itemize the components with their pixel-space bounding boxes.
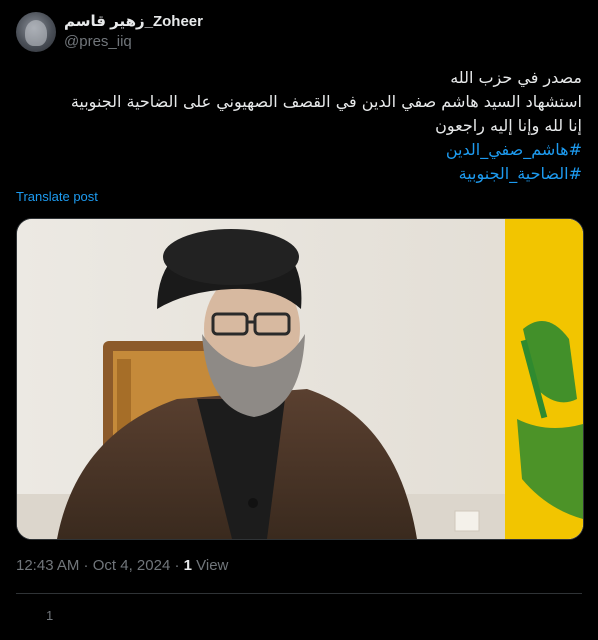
meta-separator: ·	[79, 557, 93, 574]
tweet-line: مصدر في حزب الله	[450, 68, 582, 87]
tweet-metadata: 12:43 AM · Oct 4, 2024 · 1 View	[16, 556, 228, 576]
photo-image	[17, 219, 583, 539]
reply-count[interactable]: 1	[46, 606, 53, 626]
tweet-line: استشهاد السيد هاشم صفي الدين في القصف ال…	[70, 92, 582, 111]
hashtag-link[interactable]: #الضاحية_الجنوبية	[16, 162, 582, 186]
tweet-date[interactable]: Oct 4, 2024	[93, 557, 171, 574]
tweet-header: زهير قاسم_Zoheer @pres_iiq	[16, 12, 203, 52]
user-handle[interactable]: @pres_iiq	[64, 32, 203, 52]
action-bar: 1	[16, 606, 53, 626]
tweet-time[interactable]: 12:43 AM	[16, 557, 79, 574]
tweet-photo[interactable]	[16, 218, 584, 540]
tweet-line: إنا لله وإنا إليه راجعون	[435, 116, 582, 135]
divider	[16, 593, 582, 594]
display-name[interactable]: زهير قاسم_Zoheer	[64, 12, 203, 32]
avatar[interactable]	[16, 12, 56, 52]
avatar-image	[25, 20, 47, 46]
views-label: View	[191, 557, 229, 574]
translate-post-link[interactable]: Translate post	[16, 188, 98, 206]
user-block: زهير قاسم_Zoheer @pres_iiq	[64, 12, 203, 52]
hashtag-link[interactable]: #هاشم_صفي_الدين	[16, 138, 582, 162]
meta-separator: ·	[170, 557, 184, 574]
tweet-text: مصدر في حزب الله استشهاد السيد هاشم صفي …	[16, 66, 582, 186]
views-count: 1	[183, 557, 192, 574]
